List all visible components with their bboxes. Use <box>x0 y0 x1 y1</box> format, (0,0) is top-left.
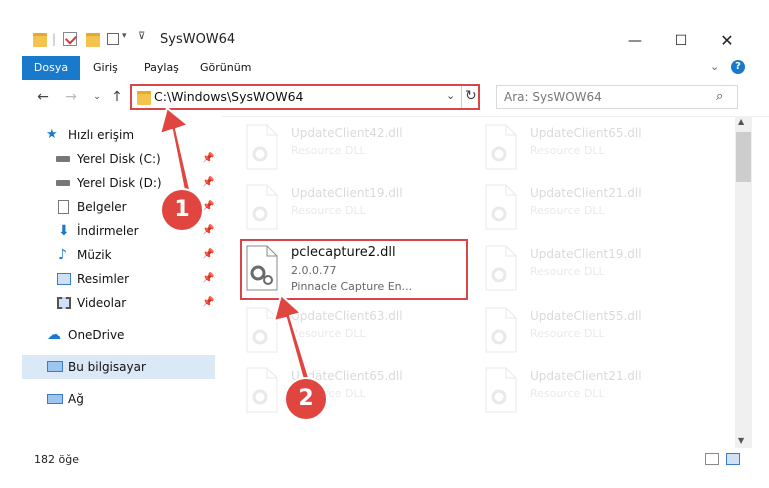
annotation-arrows <box>159 107 311 384</box>
step-badge-2: 2 <box>284 377 328 421</box>
step-badge-1: 1 <box>160 188 204 232</box>
